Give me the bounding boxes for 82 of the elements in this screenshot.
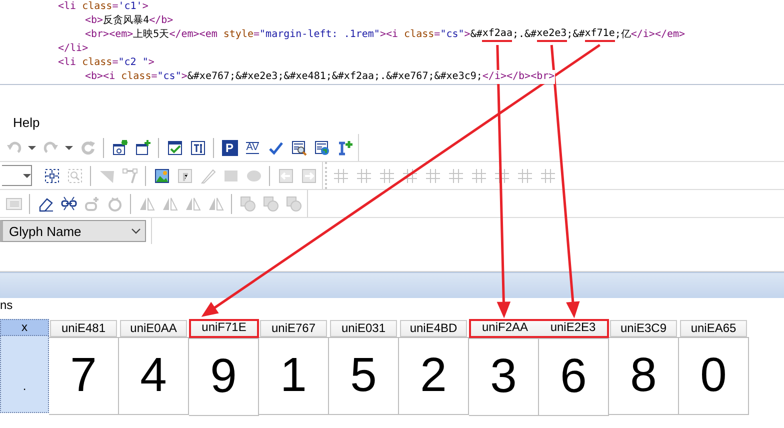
grid-icon [356, 168, 372, 184]
code-text: "margin-left: .1rem" [260, 28, 380, 42]
text-size-icon [190, 140, 206, 156]
rotate-icon [106, 196, 122, 212]
glyph-name-select[interactable]: Glyph Name [0, 220, 146, 242]
dropdown[interactable] [2, 165, 32, 186]
list-icon [6, 196, 22, 212]
eraser-icon [38, 196, 54, 212]
glyph-name-label[interactable]: uniE481 [50, 320, 117, 337]
undo-icon [6, 140, 22, 156]
overlap-icon [286, 196, 302, 212]
arrow-left-icon [278, 168, 294, 184]
image-icon [154, 168, 170, 184]
arrow-right-icon [300, 168, 316, 184]
refresh-icon [80, 140, 96, 156]
code-text: </i></b><br> [482, 70, 555, 84]
flip-icon [138, 196, 154, 212]
menu-item[interactable]: Help [6, 113, 47, 132]
check-icon [268, 140, 284, 156]
glyph-cell[interactable]: 4 [119, 337, 189, 415]
caret-icon [28, 146, 36, 150]
glyph-name-label[interactable]: uniE0AA [120, 320, 187, 337]
overlap-icon [262, 196, 278, 212]
glyph-cell[interactable]: 9 [189, 338, 259, 416]
flip-icon [208, 196, 224, 212]
grid-icon [470, 168, 486, 184]
glyph-name-label[interactable]: uniE031 [330, 320, 397, 337]
caret-icon [23, 174, 31, 178]
glyph-cell[interactable]: 5 [329, 337, 399, 415]
pencil-icon [200, 168, 216, 184]
flip-icon [162, 196, 178, 212]
glyph-name-label[interactable]: uniEA65 [680, 320, 747, 337]
code-text: xf71e [584, 28, 615, 42]
shape-add-icon [84, 196, 100, 212]
nodes-icon [122, 168, 138, 184]
grid-icon [516, 168, 532, 184]
square-icon [222, 168, 238, 184]
select-frame-icon [44, 168, 60, 184]
glyph-name-label[interactable]: uniE4BD [400, 320, 467, 337]
caret-icon [65, 146, 73, 150]
doc-globe-icon [314, 140, 330, 156]
code-text: xe2e3 [536, 28, 567, 42]
grid-icon [540, 168, 556, 184]
glyph-name-label[interactable]: x [0, 319, 49, 336]
zoom-rect-icon [66, 168, 82, 184]
grid-icon [378, 168, 394, 184]
glyph-cell[interactable]: 7 [49, 337, 119, 415]
code-text: xf2aa [482, 28, 512, 42]
grid-icon [494, 168, 510, 184]
glyph-name-label[interactable]: uniF71E [189, 319, 259, 338]
code-text: style [223, 28, 254, 42]
overlap-icon [240, 196, 256, 212]
glyph-cell[interactable]: 8 [609, 337, 679, 415]
grid-icon [332, 168, 348, 184]
glyph-cell[interactable]: 3 [469, 338, 539, 416]
grid-icon [448, 168, 464, 184]
glyph-cell[interactable]: 6 [539, 338, 609, 416]
new-glyph-icon [112, 140, 128, 156]
kerning-button[interactable]: AV [241, 136, 264, 159]
letter-button[interactable]: P [218, 136, 241, 159]
circle-icon [246, 168, 262, 184]
glyph-name-label[interactable]: uniF2AA [469, 319, 539, 338]
redo-icon [42, 140, 58, 156]
code-text: 反贪风暴4 [103, 14, 150, 28]
grid-icon [402, 168, 418, 184]
glyph-cell[interactable]: . [0, 336, 49, 413]
link-icon [60, 196, 76, 212]
f-image-icon [176, 168, 192, 184]
doc-search-icon [290, 140, 306, 156]
panel-label: ns [0, 298, 13, 314]
grid-icon [424, 168, 440, 184]
add-glyph-icon [134, 140, 150, 156]
glyph-name-label[interactable]: uniE767 [260, 320, 327, 337]
glyph-name-label[interactable]: uniE2E3 [539, 319, 609, 338]
glyph-name-label[interactable]: uniE3C9 [610, 320, 677, 337]
glyph-cell[interactable]: 0 [679, 337, 749, 415]
cursor-plus-icon [336, 140, 352, 156]
glyph-cell[interactable]: 1 [259, 337, 329, 415]
validate-icon [166, 140, 182, 156]
flip-icon [184, 196, 200, 212]
glyph-cell[interactable]: 2 [399, 337, 469, 415]
chevron-icon [131, 228, 141, 234]
